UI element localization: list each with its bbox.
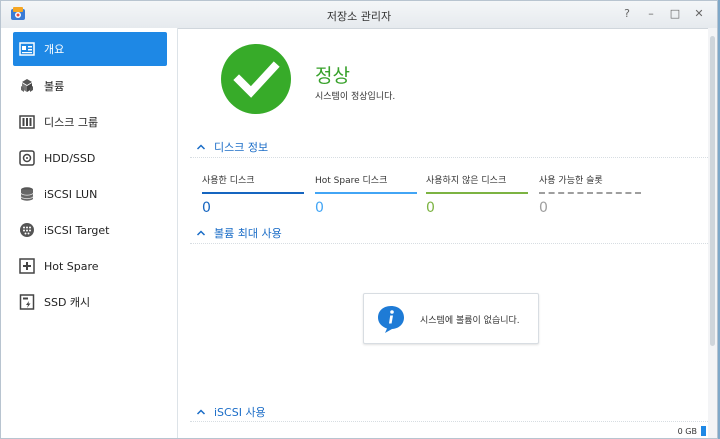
help-button[interactable]: ? <box>617 5 637 23</box>
disk-stat-hot-spare: Hot Spare 디스크 0 <box>315 173 417 216</box>
sidebar-item-volume[interactable]: 볼륨 <box>13 69 167 103</box>
sidebar: 개요 볼륨 디스크 그룹 HDD/SSD iSCSI LUN iSCSI Tar… <box>1 28 178 438</box>
divider <box>190 243 708 245</box>
section-iscsi-usage-header[interactable]: iSCSI 사용 <box>196 404 266 420</box>
iscsi-target-icon <box>20 223 34 237</box>
section-volume-usage-header[interactable]: 볼륨 최대 사용 <box>196 225 282 241</box>
section-title: 디스크 정보 <box>214 141 269 154</box>
chevron-up-icon <box>196 409 206 415</box>
sidebar-item-hot-spare[interactable]: Hot Spare <box>13 249 167 283</box>
iscsi-capacity: 0 GB <box>678 426 706 436</box>
sidebar-item-label: HDD/SSD <box>44 151 96 165</box>
chevron-up-icon <box>196 230 206 236</box>
sidebar-item-iscsi-target[interactable]: iSCSI Target <box>13 213 167 247</box>
disk-stat-label: 사용한 디스크 <box>202 176 255 186</box>
section-title: 볼륨 최대 사용 <box>214 227 282 240</box>
volume-icon <box>21 79 33 92</box>
sidebar-item-overview[interactable]: 개요 <box>13 32 167 66</box>
hot-spare-icon <box>19 258 35 274</box>
sidebar-item-disk-group[interactable]: 디스크 그룹 <box>13 105 167 139</box>
disk-stat-label: 사용하지 않은 디스크 <box>426 176 507 186</box>
disk-stat-value: 0 <box>539 200 548 216</box>
status-ok-badge <box>221 44 291 114</box>
scrollbar[interactable] <box>708 28 717 438</box>
disk-stat-value: 0 <box>315 200 324 216</box>
disk-stat-available-slots: 사용 가능한 슬롯 0 <box>539 173 641 216</box>
disk-stat-label: 사용 가능한 슬롯 <box>539 176 603 186</box>
info-icon <box>378 306 404 333</box>
sidebar-item-label: SSD 캐시 <box>44 296 91 309</box>
capacity-bar <box>701 426 706 436</box>
disk-stat-used: 사용한 디스크 0 <box>202 173 304 216</box>
sidebar-item-label: 디스크 그룹 <box>44 116 99 129</box>
divider <box>190 421 708 423</box>
disk-stat-bar <box>315 192 417 194</box>
divider <box>190 157 708 159</box>
sidebar-item-ssd-cache[interactable]: SSD 캐시 <box>13 285 167 319</box>
hdd-icon <box>19 150 35 166</box>
sidebar-item-label: 볼륨 <box>44 80 65 93</box>
disk-stat-unused: 사용하지 않은 디스크 0 <box>426 173 528 216</box>
chevron-up-icon <box>196 144 206 150</box>
title-bar[interactable]: 저장소 관리자 ? – □ ✕ <box>1 1 717 29</box>
minimize-button[interactable]: – <box>641 5 661 23</box>
capacity-value: 0 GB <box>677 426 697 436</box>
iscsi-lun-icon <box>20 187 34 201</box>
disk-group-icon <box>19 115 35 129</box>
disk-stat-value: 0 <box>202 200 211 216</box>
disk-stat-bar <box>539 192 641 194</box>
sidebar-item-label: Hot Spare <box>44 259 99 273</box>
sidebar-item-label: iSCSI Target <box>44 223 110 237</box>
sidebar-item-hdd-ssd[interactable]: HDD/SSD <box>13 141 167 175</box>
status-title: 정상 <box>315 65 350 87</box>
sidebar-item-label: 개요 <box>44 43 65 56</box>
disk-stat-value: 0 <box>426 200 435 216</box>
overview-icon <box>19 42 35 56</box>
ssd-cache-icon <box>19 294 35 310</box>
disk-stat-label: Hot Spare 디스크 <box>315 176 388 186</box>
sidebar-item-label: iSCSI LUN <box>44 187 98 201</box>
close-button[interactable]: ✕ <box>689 5 709 23</box>
disk-stat-bar <box>202 192 304 194</box>
storage-manager-window: 저장소 관리자 ? – □ ✕ 개요 볼륨 디스크 그룹 HDD/SSD iSC… <box>0 0 718 439</box>
no-volume-text: 시스템에 볼륨이 없습니다. <box>420 316 520 326</box>
no-volume-message: 시스템에 볼륨이 없습니다. <box>363 293 539 344</box>
maximize-button[interactable]: □ <box>665 5 685 23</box>
status-description: 시스템이 정상입니다. <box>315 92 396 102</box>
overview-panel: 정상 시스템이 정상입니다. 디스크 정보 사용한 디스크 0 Hot Spar… <box>178 28 708 438</box>
sidebar-item-iscsi-lun[interactable]: iSCSI LUN <box>13 177 167 211</box>
disk-stat-bar <box>426 192 528 194</box>
window-title: 저장소 관리자 <box>326 10 392 23</box>
scrollbar-thumb[interactable] <box>710 36 715 346</box>
section-title: iSCSI 사용 <box>214 406 266 419</box>
section-disk-info-header[interactable]: 디스크 정보 <box>196 139 268 155</box>
checkmark-icon <box>233 61 280 98</box>
